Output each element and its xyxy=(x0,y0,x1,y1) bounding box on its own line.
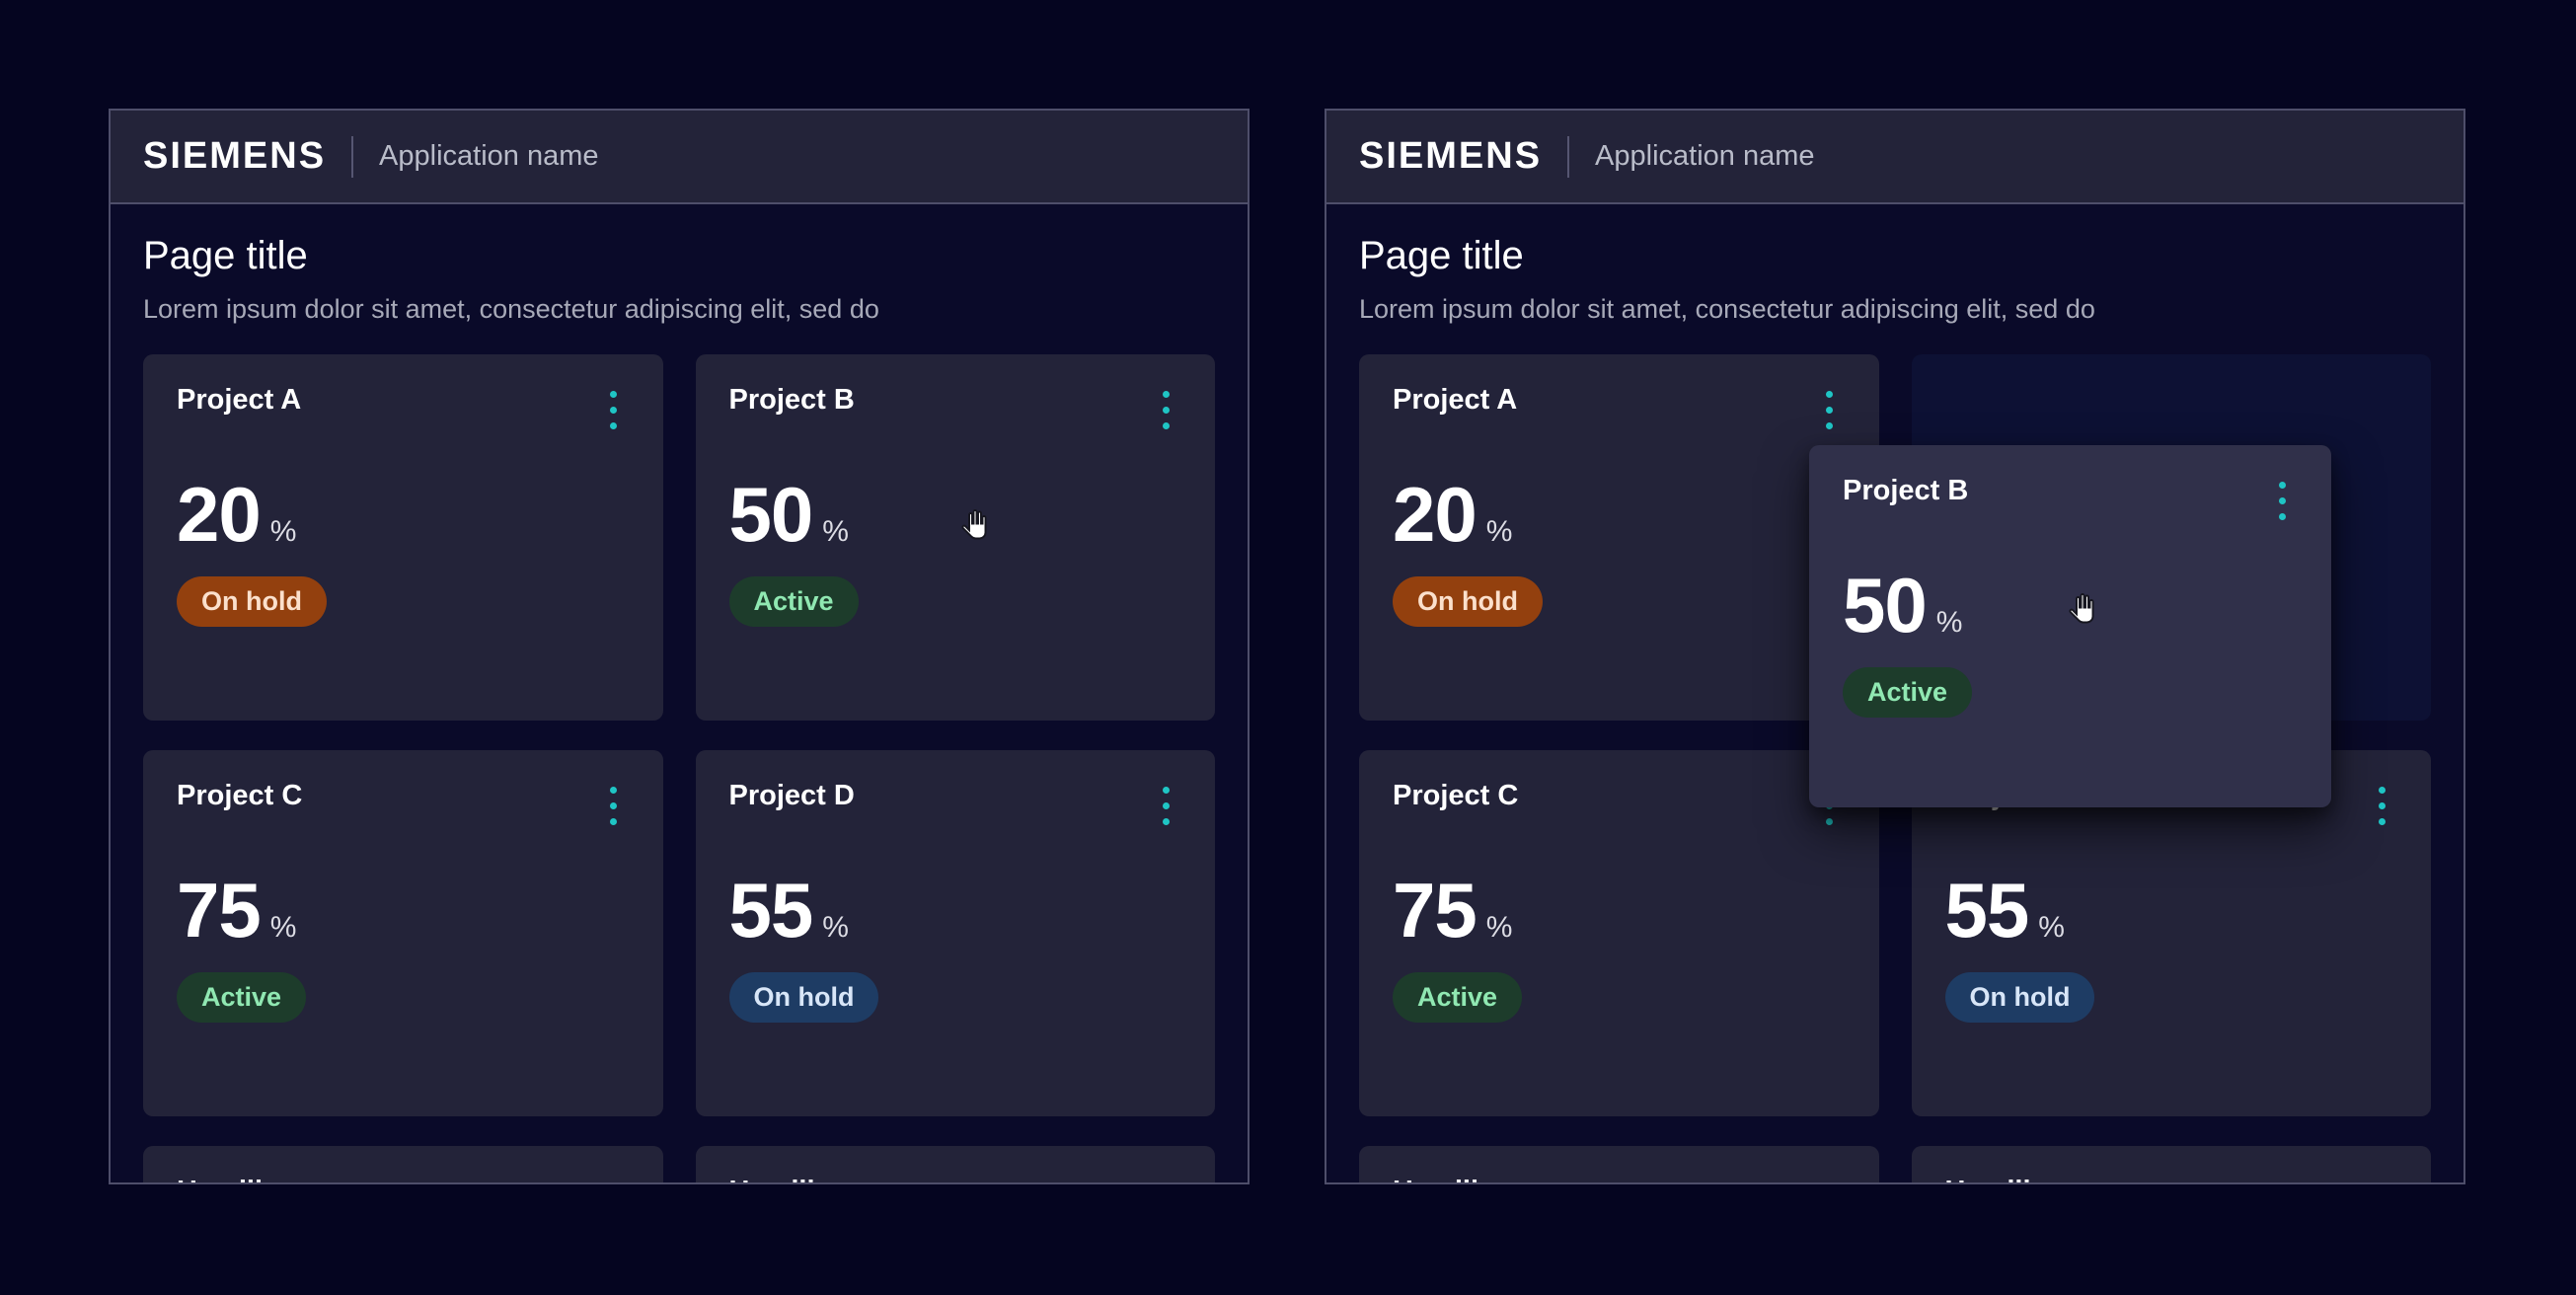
metric: 50 % xyxy=(1843,571,2298,640)
metric-unit: % xyxy=(2038,913,2065,943)
status-badge: On hold xyxy=(177,576,327,627)
project-card-partial[interactable]: Headline xyxy=(143,1146,663,1182)
kebab-menu-icon[interactable] xyxy=(1146,780,1185,831)
card-title: Project A xyxy=(1393,384,1846,417)
project-card-c[interactable]: Project C 75 % Active xyxy=(143,750,663,1116)
metric-unit: % xyxy=(270,517,297,547)
metric-value: 50 xyxy=(729,480,813,549)
kebab-menu-icon[interactable] xyxy=(1146,1176,1185,1182)
app-panel-dragging: SIEMENS Application name Page title Lore… xyxy=(1325,109,2465,1184)
metric-unit: % xyxy=(822,517,849,547)
project-card-b[interactable]: Project B 50 % Active xyxy=(696,354,1216,721)
metric: 20 % xyxy=(177,480,630,549)
metric-unit: % xyxy=(1486,913,1513,943)
metric-unit: % xyxy=(1936,608,1963,638)
project-card-b-dragged[interactable]: Project B 50 % Active xyxy=(1809,445,2331,807)
metric-value: 75 xyxy=(1393,876,1477,945)
header-divider xyxy=(1567,136,1569,178)
card-title: Project C xyxy=(1393,780,1846,812)
kebab-menu-icon[interactable] xyxy=(2262,475,2302,526)
kebab-menu-icon[interactable] xyxy=(594,1176,634,1182)
metric-unit: % xyxy=(822,913,849,943)
project-card-a[interactable]: Project A 20 % On hold xyxy=(1359,354,1879,721)
kebab-menu-icon[interactable] xyxy=(1810,1176,1850,1182)
metric-value: 20 xyxy=(1393,480,1477,549)
metric-value: 50 xyxy=(1843,571,1927,640)
project-card-partial[interactable]: Headline xyxy=(1359,1146,1879,1182)
kebab-menu-icon[interactable] xyxy=(1810,384,1850,435)
app-header: SIEMENS Application name xyxy=(1326,111,2463,204)
metric-value: 20 xyxy=(177,480,261,549)
page-subtitle: Lorem ipsum dolor sit amet, consectetur … xyxy=(143,293,1215,325)
status-badge: On hold xyxy=(1945,972,2095,1023)
kebab-menu-icon[interactable] xyxy=(1146,384,1185,435)
project-card-partial[interactable]: Headline xyxy=(1912,1146,2432,1182)
kebab-menu-icon[interactable] xyxy=(2362,780,2401,831)
panel-body: Page title Lorem ipsum dolor sit amet, c… xyxy=(111,204,1248,1182)
card-title: Project B xyxy=(1843,475,2298,507)
kebab-menu-icon[interactable] xyxy=(594,780,634,831)
siemens-logo: SIEMENS xyxy=(1359,135,1542,178)
project-card-a[interactable]: Project A 20 % On hold xyxy=(143,354,663,721)
card-title: Project B xyxy=(729,384,1182,417)
metric-unit: % xyxy=(270,913,297,943)
project-card-c[interactable]: Project C 75 % Active xyxy=(1359,750,1879,1116)
card-title: Headline xyxy=(177,1176,630,1182)
card-title: Project D xyxy=(729,780,1182,812)
application-name: Application name xyxy=(1595,140,1814,173)
card-title: Project C xyxy=(177,780,630,812)
app-panel-normal: SIEMENS Application name Page title Lore… xyxy=(109,109,1250,1184)
metric-value: 55 xyxy=(1945,876,2029,945)
card-title: Headline xyxy=(1945,1176,2398,1182)
metric: 50 % xyxy=(729,480,1182,549)
metric: 55 % xyxy=(729,876,1182,945)
header-divider xyxy=(351,136,353,178)
page-title: Page title xyxy=(143,232,1215,279)
siemens-logo: SIEMENS xyxy=(143,135,326,178)
metric: 75 % xyxy=(1393,876,1846,945)
status-badge: On hold xyxy=(1393,576,1543,627)
card-title: Project A xyxy=(177,384,630,417)
status-badge: Active xyxy=(177,972,306,1023)
card-title: Headline xyxy=(1393,1176,1846,1182)
metric: 20 % xyxy=(1393,480,1846,549)
project-card-partial[interactable]: Headline xyxy=(696,1146,1216,1182)
kebab-menu-icon[interactable] xyxy=(594,384,634,435)
project-card-d[interactable]: Project D 55 % On hold xyxy=(696,750,1216,1116)
metric: 55 % xyxy=(1945,876,2398,945)
page-title: Page title xyxy=(1359,232,2431,279)
kebab-menu-icon[interactable] xyxy=(2362,1176,2401,1182)
card-title: Headline xyxy=(729,1176,1182,1182)
metric-value: 55 xyxy=(729,876,813,945)
page-subtitle: Lorem ipsum dolor sit amet, consectetur … xyxy=(1359,293,2431,325)
metric-value: 75 xyxy=(177,876,261,945)
status-badge: Active xyxy=(729,576,859,627)
status-badge: On hold xyxy=(729,972,879,1023)
card-grid: Project A 20 % On hold Project B 50 % Ac… xyxy=(143,354,1215,1182)
application-name: Application name xyxy=(379,140,598,173)
app-header: SIEMENS Application name xyxy=(111,111,1248,204)
status-badge: Active xyxy=(1393,972,1522,1023)
status-badge: Active xyxy=(1843,667,1972,718)
metric-unit: % xyxy=(1486,517,1513,547)
metric: 75 % xyxy=(177,876,630,945)
